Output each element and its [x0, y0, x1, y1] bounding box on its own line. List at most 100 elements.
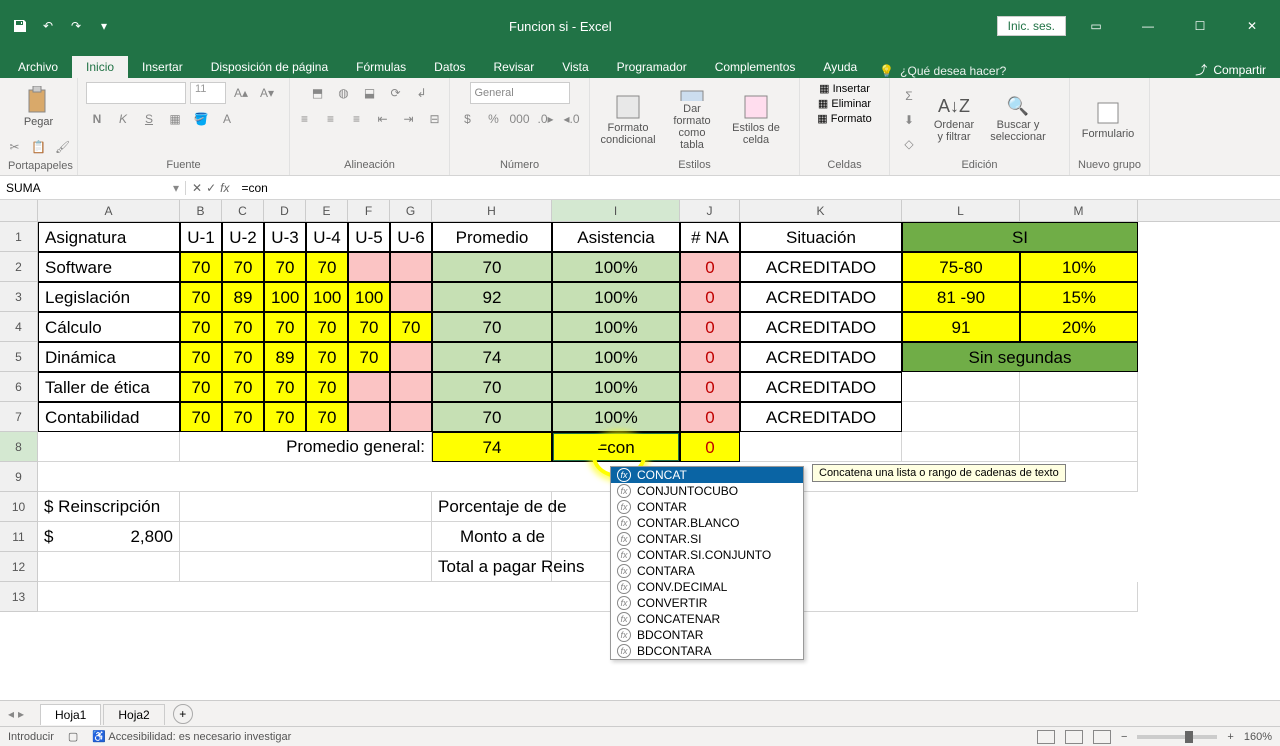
cell-C6[interactable]: 70: [222, 372, 264, 402]
col-L[interactable]: L: [902, 200, 1020, 221]
format-cells-button[interactable]: ▦ Formato: [817, 112, 871, 125]
cell-H11[interactable]: Monto a de: [432, 522, 552, 552]
cell-K1[interactable]: Situación: [740, 222, 902, 252]
view-page-break-icon[interactable]: [1093, 730, 1111, 744]
cell-L5[interactable]: Sin segundas: [902, 342, 1138, 372]
cell-E2[interactable]: 70: [306, 252, 348, 282]
wrap-text-icon[interactable]: ↲: [411, 82, 433, 104]
autocomplete-item[interactable]: fxBDCONTAR: [611, 627, 803, 643]
col-F[interactable]: F: [348, 200, 390, 221]
cell-A8[interactable]: [38, 432, 180, 462]
name-box[interactable]: SUMA ▾: [0, 181, 186, 195]
row-6[interactable]: 6: [0, 372, 38, 402]
align-middle-icon[interactable]: ◍: [333, 82, 355, 104]
cell-C1[interactable]: U-2: [222, 222, 264, 252]
col-J[interactable]: J: [680, 200, 740, 221]
cell-K8[interactable]: [740, 432, 902, 462]
tab-archivo[interactable]: Archivo: [4, 56, 72, 78]
cell-D1[interactable]: U-3: [264, 222, 306, 252]
cell-C5[interactable]: 70: [222, 342, 264, 372]
sheet-nav-prev-icon[interactable]: ◂: [8, 707, 14, 721]
tab-revisar[interactable]: Revisar: [480, 56, 549, 78]
zoom-out-icon[interactable]: −: [1121, 731, 1127, 743]
autocomplete-item[interactable]: fxCONVERTIR: [611, 595, 803, 611]
view-page-layout-icon[interactable]: [1065, 730, 1083, 744]
cell-H3[interactable]: 92: [432, 282, 552, 312]
cell-H10[interactable]: Porcentaje de de: [432, 492, 552, 522]
cell-M8[interactable]: [1020, 432, 1138, 462]
tab-programador[interactable]: Programador: [603, 56, 701, 78]
font-color-icon[interactable]: A: [216, 108, 238, 130]
autocomplete-item[interactable]: fxCONTARA: [611, 563, 803, 579]
cell-K5[interactable]: ACREDITADO: [740, 342, 902, 372]
italic-icon[interactable]: K: [112, 108, 134, 130]
cancel-formula-icon[interactable]: ✕: [192, 181, 202, 195]
align-left-icon[interactable]: ≡: [294, 108, 316, 130]
cell-I7[interactable]: 100%: [552, 402, 680, 432]
cut-icon[interactable]: ✂: [4, 136, 26, 158]
cell-M2[interactable]: 10%: [1020, 252, 1138, 282]
paste-button[interactable]: Pegar: [19, 82, 59, 132]
font-size-combo[interactable]: 11: [190, 82, 226, 104]
cell-H8[interactable]: 74: [432, 432, 552, 462]
cell-B6[interactable]: 70: [180, 372, 222, 402]
cell-I8-editing[interactable]: =con: [552, 432, 680, 462]
zoom-slider[interactable]: [1137, 735, 1217, 739]
cell-A3[interactable]: Legislación: [38, 282, 180, 312]
decrease-decimal-icon[interactable]: ◂.0: [561, 108, 583, 130]
autocomplete-item[interactable]: fxCONCAT: [611, 467, 803, 483]
cell-E5[interactable]: 70: [306, 342, 348, 372]
cell-F3[interactable]: 100: [348, 282, 390, 312]
insert-cells-button[interactable]: ▦ Insertar: [819, 82, 870, 95]
row-8[interactable]: 8: [0, 432, 38, 462]
borders-icon[interactable]: ▦: [164, 108, 186, 130]
col-A[interactable]: A: [38, 200, 180, 221]
cell-G6[interactable]: [390, 372, 432, 402]
row-1[interactable]: 1: [0, 222, 38, 252]
cell-L3[interactable]: 81 -90: [902, 282, 1020, 312]
undo-icon[interactable]: ↶: [36, 14, 60, 38]
col-M[interactable]: M: [1020, 200, 1138, 221]
cell-G3[interactable]: [390, 282, 432, 312]
cell-D3[interactable]: 100: [264, 282, 306, 312]
cell-E7[interactable]: 70: [306, 402, 348, 432]
format-painter-icon[interactable]: 🖌: [52, 136, 74, 158]
cell-J5[interactable]: 0: [680, 342, 740, 372]
comma-icon[interactable]: 000: [509, 108, 531, 130]
sheet-tab-2[interactable]: Hoja2: [103, 704, 164, 725]
cell-A5[interactable]: Dinámica: [38, 342, 180, 372]
sort-filter-button[interactable]: A↓ZOrdenar y filtrar: [924, 87, 984, 153]
cell-H12[interactable]: Total a pagar Reins: [432, 552, 552, 582]
save-icon[interactable]: [8, 14, 32, 38]
cell-E1[interactable]: U-4: [306, 222, 348, 252]
autocomplete-item[interactable]: fxCONTAR.SI.CONJUNTO: [611, 547, 803, 563]
minimize-icon[interactable]: —: [1126, 12, 1170, 40]
col-K[interactable]: K: [740, 200, 902, 221]
cell-I4[interactable]: 100%: [552, 312, 680, 342]
cell-A1[interactable]: Asignatura: [38, 222, 180, 252]
col-H[interactable]: H: [432, 200, 552, 221]
cell-B1[interactable]: U-1: [180, 222, 222, 252]
cell-M3[interactable]: 15%: [1020, 282, 1138, 312]
row-10[interactable]: 10: [0, 492, 38, 522]
row-13[interactable]: 13: [0, 582, 38, 612]
cell-I1[interactable]: Asistencia: [552, 222, 680, 252]
cell-B5[interactable]: 70: [180, 342, 222, 372]
col-D[interactable]: D: [264, 200, 306, 221]
cell-F7[interactable]: [348, 402, 390, 432]
autosum-icon[interactable]: Σ: [898, 85, 920, 107]
align-center-icon[interactable]: ≡: [320, 108, 342, 130]
row-11[interactable]: 11: [0, 522, 38, 552]
cell-A10[interactable]: $ Reinscripción: [38, 492, 180, 522]
cell-C3[interactable]: 89: [222, 282, 264, 312]
grid[interactable]: A B C D E F G H I J K L M 1 Asignatura U…: [0, 200, 1280, 700]
cell-K2[interactable]: ACREDITADO: [740, 252, 902, 282]
fill-color-icon[interactable]: 🪣: [190, 108, 212, 130]
col-E[interactable]: E: [306, 200, 348, 221]
cell-G1[interactable]: U-6: [390, 222, 432, 252]
tab-inicio[interactable]: Inicio: [72, 56, 128, 78]
row-4[interactable]: 4: [0, 312, 38, 342]
tab-ayuda[interactable]: Ayuda: [809, 56, 871, 78]
cell-J4[interactable]: 0: [680, 312, 740, 342]
cell-K6[interactable]: ACREDITADO: [740, 372, 902, 402]
